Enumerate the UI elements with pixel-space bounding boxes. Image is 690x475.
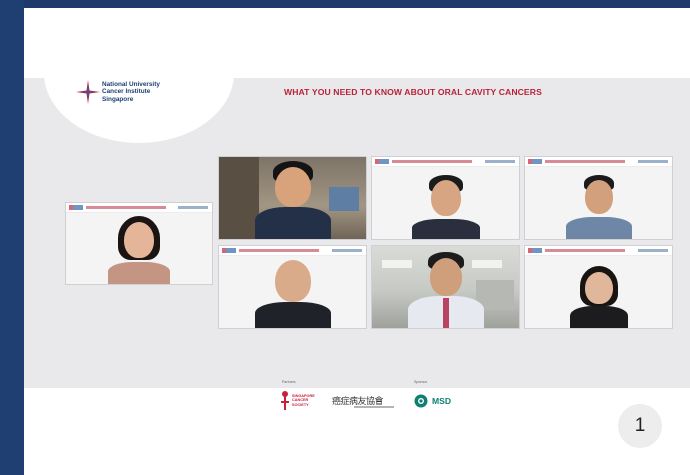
presentation-slide: National University Cancer Institute Sin…: [24, 8, 690, 475]
ncis-logo-text: National University Cancer Institute Sin…: [102, 81, 160, 103]
video-tile-panelist-6[interactable]: [524, 245, 673, 329]
cancer-society-emblem-icon: [281, 391, 289, 410]
msd-emblem-icon: [414, 394, 428, 408]
window-frame-left: [0, 0, 24, 475]
chinese-logo-subtext: [354, 406, 394, 408]
slide-title: WHAT YOU NEED TO KNOW ABOUT ORAL CAVITY …: [284, 87, 542, 97]
msd-logo: MSD: [414, 394, 474, 414]
participant-video: [253, 159, 333, 239]
ncis-logo: National University Cancer Institute Sin…: [76, 78, 236, 114]
video-tile-panelist-5[interactable]: [371, 245, 520, 329]
page-number-badge: 1: [618, 404, 662, 448]
participant-avatar: [564, 266, 634, 328]
tile-header-bar: [219, 246, 366, 256]
sponsor-logos: Partners Sponsor SINGAPORE CANCER SOCIET…: [274, 380, 474, 430]
tile-header-bar: [372, 157, 519, 167]
singapore-cancer-society-logo: SINGAPORE CANCER SOCIETY: [280, 390, 324, 420]
participant-avatar: [104, 212, 174, 284]
window-frame-top: [0, 0, 690, 8]
partners-label: Partners: [282, 380, 296, 384]
logo-line-1: National University: [102, 81, 160, 88]
logo-line-2: Cancer Institute: [102, 88, 151, 96]
tile-header-bar: [525, 157, 672, 167]
video-tile-panelist-1[interactable]: [218, 156, 367, 240]
participant-avatar: [564, 175, 634, 239]
logo-line-3: Singapore: [102, 95, 134, 103]
cancer-society-text: SINGAPORE CANCER SOCIETY: [292, 394, 315, 407]
ncis-star-icon: [76, 80, 100, 104]
msd-text: MSD: [432, 396, 452, 406]
participant-avatar: [253, 258, 333, 328]
video-tile-moderator[interactable]: [65, 202, 213, 285]
sponsor-label: Sponsor: [414, 380, 428, 384]
video-tile-panelist-3[interactable]: [524, 156, 673, 240]
tile-header-bar: [525, 246, 672, 256]
participant-video: [406, 252, 486, 328]
video-tile-panelist-2[interactable]: [371, 156, 520, 240]
video-tile-panelist-4[interactable]: [218, 245, 367, 329]
participant-avatar: [410, 175, 482, 239]
